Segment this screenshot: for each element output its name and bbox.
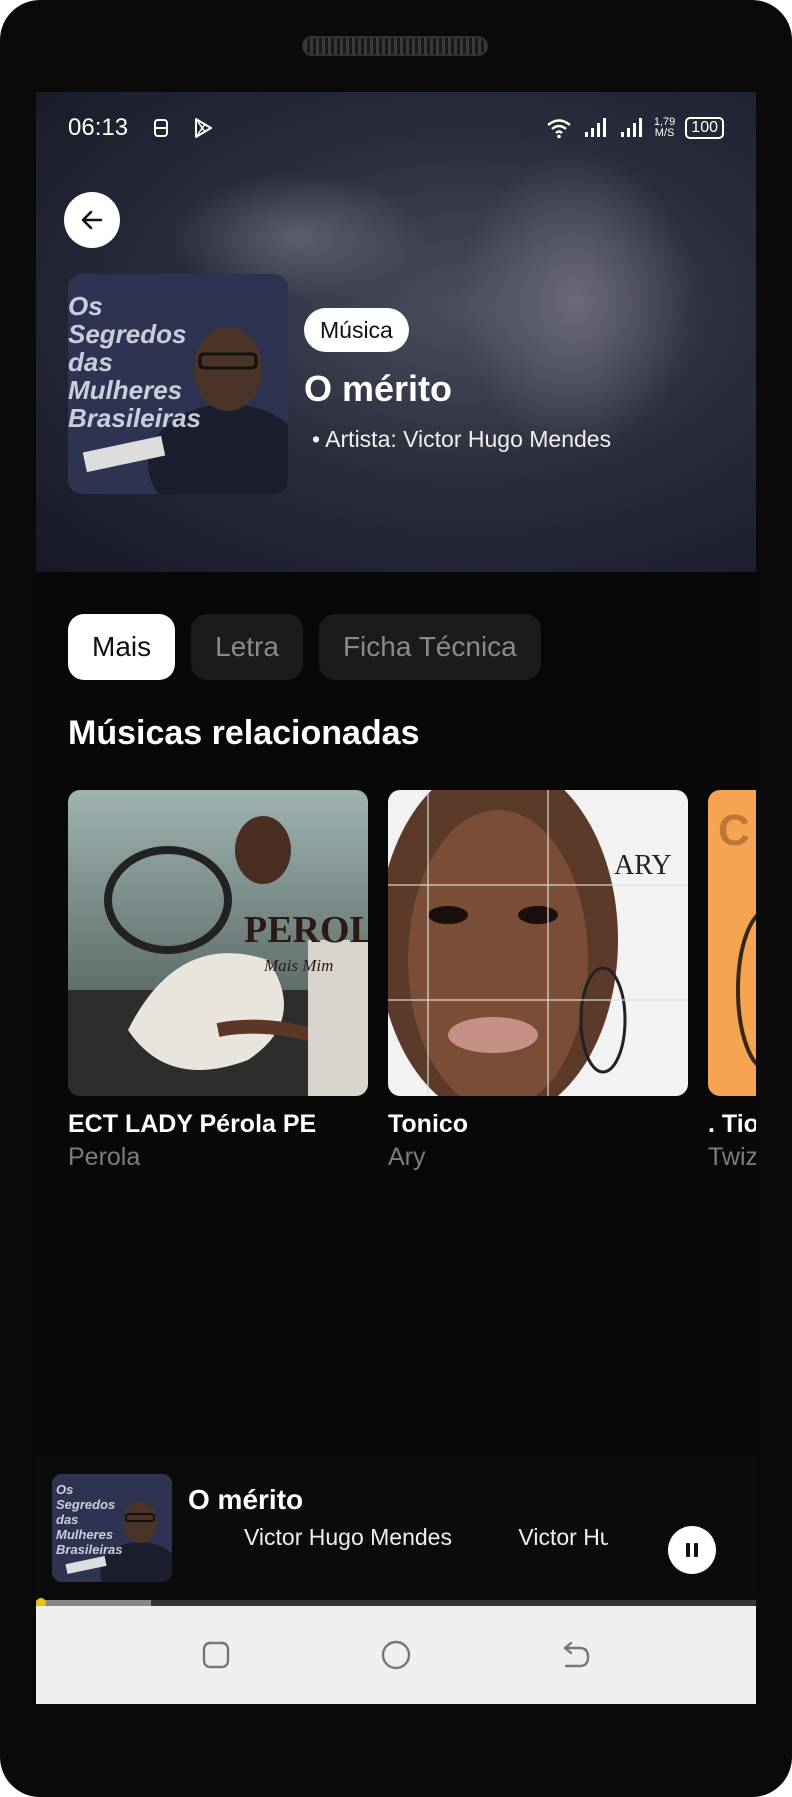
signal-icon-1 <box>582 115 608 141</box>
home-button[interactable] <box>379 1638 413 1672</box>
cover-text-twiz: C <box>718 806 750 855</box>
mini-player-cover: Os Segredos das Mulheres Brasileiras <box>52 1474 172 1582</box>
related-card-title: . Tio <box>708 1110 756 1138</box>
related-card[interactable]: C . Tio Twiz <box>708 790 756 1172</box>
content-tabs: Mais Letra Ficha Técnica <box>68 614 541 680</box>
hero-background-figure <box>456 152 696 452</box>
status-bar: 06:13 1,79 M/S 100 <box>36 92 756 164</box>
mini-cover-text-line-2: das Mulheres <box>56 1512 114 1542</box>
tab-ficha-tecnica[interactable]: Ficha Técnica <box>318 614 541 680</box>
battery-indicator: 100 <box>685 117 724 139</box>
related-card-title: Tonico <box>388 1110 469 1138</box>
wifi-icon <box>546 115 572 141</box>
related-card-title: ECT LADY Pérola PE <box>68 1110 317 1138</box>
play-store-icon <box>190 115 216 141</box>
related-card-artist: Ary <box>388 1143 426 1171</box>
arrow-left-icon <box>81 210 103 230</box>
tab-letra[interactable]: Letra <box>191 614 303 680</box>
status-time: 06:13 <box>68 114 129 141</box>
related-card[interactable]: PEROLA Mais Mim ECT LADY Pérola PE Perol… <box>68 790 368 1172</box>
related-card-artist: Perola <box>68 1143 141 1171</box>
mini-cover-text-line-1: Os Segredos <box>56 1482 116 1512</box>
mini-player-artist-repeat: Victor Hug <box>518 1524 608 1550</box>
cover-text-line-3: Brasileiras <box>68 403 201 433</box>
related-cover-perola: PEROLA Mais Mim <box>68 790 368 1096</box>
mini-player-artist-marquee: Victor Hugo Mendes Victor Hug <box>188 1524 608 1556</box>
related-card[interactable]: ARY Tonico Ary <box>388 790 688 1172</box>
back-button[interactable] <box>64 192 120 248</box>
mini-player-title: O mérito <box>188 1484 304 1515</box>
signal-icon-2 <box>618 115 644 141</box>
mini-player[interactable]: Os Segredos das Mulheres Brasileiras O m… <box>36 1456 756 1598</box>
mini-player-artist: Victor Hugo Mendes <box>244 1524 452 1550</box>
related-cover-ary: ARY <box>388 790 688 1096</box>
app-screen: 06:13 1,79 M/S 100 Os Segredos das Mulhe… <box>36 92 756 1704</box>
recents-button[interactable] <box>199 1638 233 1672</box>
phone-frame: 06:13 1,79 M/S 100 Os Segredos das Mulhe… <box>0 0 792 1797</box>
data-saver-icon <box>148 115 174 141</box>
category-badge: Música <box>304 308 409 352</box>
related-card-artist: Twiz <box>708 1143 756 1171</box>
network-speed-unit: M/S <box>654 127 675 139</box>
home-icon <box>381 1640 411 1670</box>
related-section-title: Músicas relacionadas <box>68 714 420 752</box>
track-title: O mérito <box>304 368 453 409</box>
track-cover-art: Os Segredos das Mulheres Brasileiras <box>68 274 288 494</box>
network-speed: 1,79 M/S <box>654 117 675 139</box>
hero-header: 06:13 1,79 M/S 100 Os Segredos das Mulhe… <box>36 92 756 572</box>
recents-icon <box>202 1641 230 1669</box>
system-nav-bar <box>36 1606 756 1704</box>
cover-text-ary: ARY <box>614 850 672 881</box>
cover-text-line-2: das Mulheres <box>68 347 183 405</box>
back-nav-button[interactable] <box>559 1638 593 1672</box>
pause-button[interactable] <box>668 1526 716 1574</box>
cover-text-line-1: Os Segredos <box>68 291 187 349</box>
cover-subtext-perola: Mais Mim <box>264 956 334 975</box>
related-cover-twiz: C <box>708 790 756 1096</box>
cover-text-perola: PEROLA <box>244 909 368 951</box>
tab-mais[interactable]: Mais <box>68 614 176 680</box>
back-nav-icon <box>563 1641 590 1668</box>
track-artist[interactable]: • Artista: Victor Hugo Mendes <box>312 426 611 453</box>
mini-cover-text-line-3: Brasileiras <box>56 1542 123 1557</box>
pause-icon <box>686 1543 698 1557</box>
related-songs-carousel[interactable]: PEROLA Mais Mim ECT LADY Pérola PE Perol… <box>68 790 756 1180</box>
speaker-grille <box>302 36 488 56</box>
